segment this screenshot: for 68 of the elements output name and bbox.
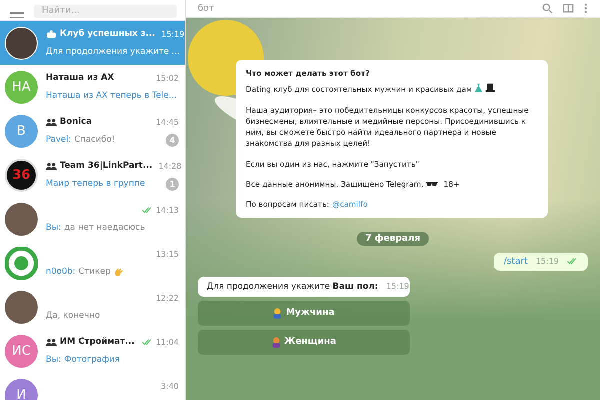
preview-sender: Pavel: xyxy=(46,135,72,145)
chat-preview: Для продолжения укажите ... xyxy=(46,47,180,57)
chat-item[interactable]: Клуб успешных з... 15:19 Для продолжения укажите ... xyxy=(0,21,185,65)
chat-item[interactable]: И 3:40 xyxy=(0,373,185,400)
chat-item[interactable]: B Bonica 14:45 Pavel: Спасибо! 4 xyxy=(0,109,185,153)
avatar-photo xyxy=(5,290,38,324)
chat-name: Bonica xyxy=(60,117,92,127)
chat-time: 12:22 xyxy=(156,294,179,302)
chat-time: 13:15 xyxy=(156,250,179,258)
chat-preview: Фотография xyxy=(64,355,120,365)
chat-name: Клуб успешных з... xyxy=(60,29,156,39)
chat-subtitle: бот xyxy=(198,4,214,14)
chat-item[interactable]: 14:13 Вы: да нет наедасюсь xyxy=(0,197,185,241)
search-field[interactable]: Найти... xyxy=(34,5,177,18)
message-time: 15:19 xyxy=(386,282,410,292)
preview-sender: n0o0b: xyxy=(46,267,76,277)
avatar-photo xyxy=(5,26,38,60)
chat-item[interactable]: 36 Team 36|LinkPart... 14:28 Маир теперь в группе 1 xyxy=(0,153,185,197)
avatar: ИС xyxy=(5,334,38,368)
group-icon xyxy=(46,162,57,170)
avatar: B xyxy=(5,114,38,148)
message-time: 15:19 xyxy=(536,257,559,266)
chat-preview: Маир теперь в группе xyxy=(46,179,146,189)
chat-item[interactable]: ИС ИМ Строймат... 11:04 Вы: Фотография xyxy=(0,329,185,373)
chat-item[interactable]: 12:22 Да, конечно xyxy=(0,285,185,329)
unread-count: 4 xyxy=(166,134,179,146)
chat-time: 14:45 xyxy=(156,118,179,126)
chat-time: 3:40 xyxy=(161,382,179,390)
chat-preview: Да, конечно xyxy=(46,311,100,321)
keyboard-button[interactable]: Мужчина xyxy=(198,300,410,326)
waving-hand-icon xyxy=(114,267,124,277)
chat-preview: Наташа из АХ теперь в Tele... xyxy=(46,91,177,101)
avatar: НА xyxy=(5,70,38,104)
avatar-logo: 36 xyxy=(5,158,38,192)
date-pill: 7 февраля xyxy=(357,232,428,246)
chat-name: Team 36|LinkPart... xyxy=(60,161,153,171)
chat-item[interactable]: НА Наташа из АХ 15:02 Наташа из АХ теперь в Tele... xyxy=(0,65,185,109)
chat-time: 11:04 xyxy=(156,338,179,346)
chat-preview: Стикер xyxy=(78,267,111,277)
ring-logo-icon xyxy=(5,246,38,280)
menu-icon[interactable] xyxy=(10,12,24,18)
preview-sender: Вы: xyxy=(46,223,62,233)
keyboard-button[interactable]: Женщина xyxy=(198,330,410,355)
command-text: /start xyxy=(504,256,528,267)
columns-icon[interactable] xyxy=(563,3,574,14)
sunglasses-icon xyxy=(426,181,438,188)
avatar: И xyxy=(5,378,38,400)
chat-time: 14:13 xyxy=(156,206,179,214)
chat-preview: да нет наедасюсь xyxy=(64,223,146,233)
chat-preview: Спасибо! xyxy=(74,135,116,145)
message-text: Для продолжения укажите Ваш пол: xyxy=(207,282,378,292)
bot-icon xyxy=(46,30,57,38)
dress-and-hat-icon xyxy=(474,83,496,94)
group-icon xyxy=(46,118,57,126)
person-icon xyxy=(272,336,281,348)
preview-sender: Вы: xyxy=(46,355,62,365)
chat-time: 15:19 xyxy=(161,30,185,38)
person-icon xyxy=(273,308,282,319)
more-icon[interactable] xyxy=(584,3,588,14)
chat-time: 15:02 xyxy=(156,74,179,82)
unread-count: 1 xyxy=(166,178,179,190)
chat-name: Наташа из АХ xyxy=(46,73,114,83)
chat-name: ИМ Строймат... xyxy=(60,337,135,347)
search-icon[interactable] xyxy=(542,3,553,14)
chat-time: 14:28 xyxy=(158,162,182,170)
avatar-photo xyxy=(5,202,38,236)
group-icon xyxy=(46,338,57,346)
chat-item[interactable]: 13:15 n0o0b: Стикер xyxy=(0,241,185,285)
